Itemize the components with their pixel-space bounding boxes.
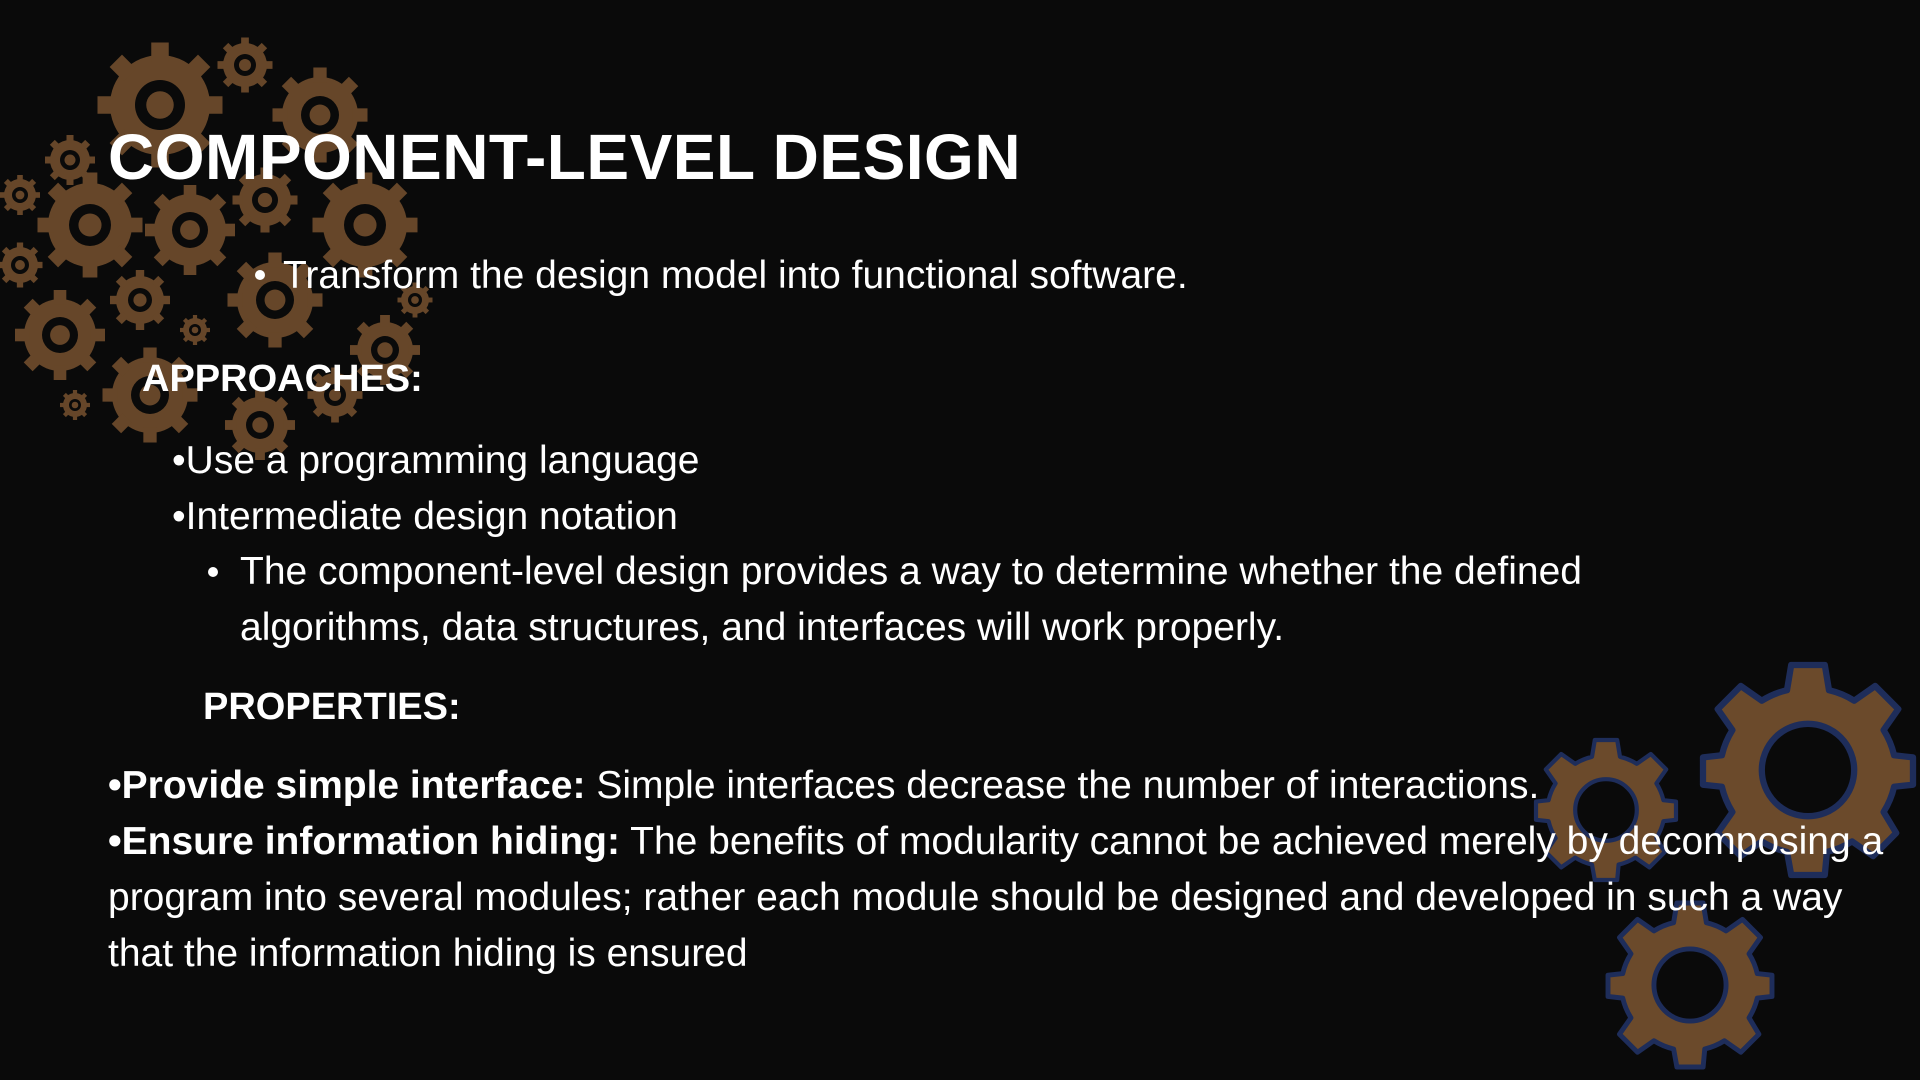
- note-bullet: The component-level design provides a wa…: [208, 544, 1660, 656]
- property-text: Simple interfaces decrease the number of…: [585, 764, 1540, 807]
- approaches-heading: APPROACHES:: [142, 358, 423, 400]
- page-title: COMPONENT-LEVEL DESIGN: [108, 121, 1022, 193]
- approach-item-design-notation: •Intermediate design notation: [172, 495, 678, 538]
- slide-content: COMPONENT-LEVEL DESIGN Transform the des…: [0, 0, 1920, 1080]
- bullet-icon: [255, 269, 265, 280]
- property-item-information-hiding: •Ensure information hiding: The benefits…: [108, 814, 1908, 982]
- property-label: •Provide simple interface:: [108, 764, 586, 807]
- intro-bullet: Transform the design model into function…: [255, 248, 1188, 304]
- intro-bullet-text: Transform the design model into function…: [283, 254, 1188, 297]
- properties-heading: PROPERTIES:: [203, 686, 461, 728]
- properties-list: •Provide simple interface: Simple interf…: [108, 758, 1908, 982]
- note-bullet-text: The component-level design provides a wa…: [240, 550, 1582, 649]
- bullet-icon: [208, 567, 218, 577]
- approach-item-programming-language: •Use a programming language: [172, 439, 700, 482]
- property-item-simple-interface: •Provide simple interface: Simple interf…: [108, 758, 1908, 814]
- property-label: •Ensure information hiding:: [108, 820, 620, 863]
